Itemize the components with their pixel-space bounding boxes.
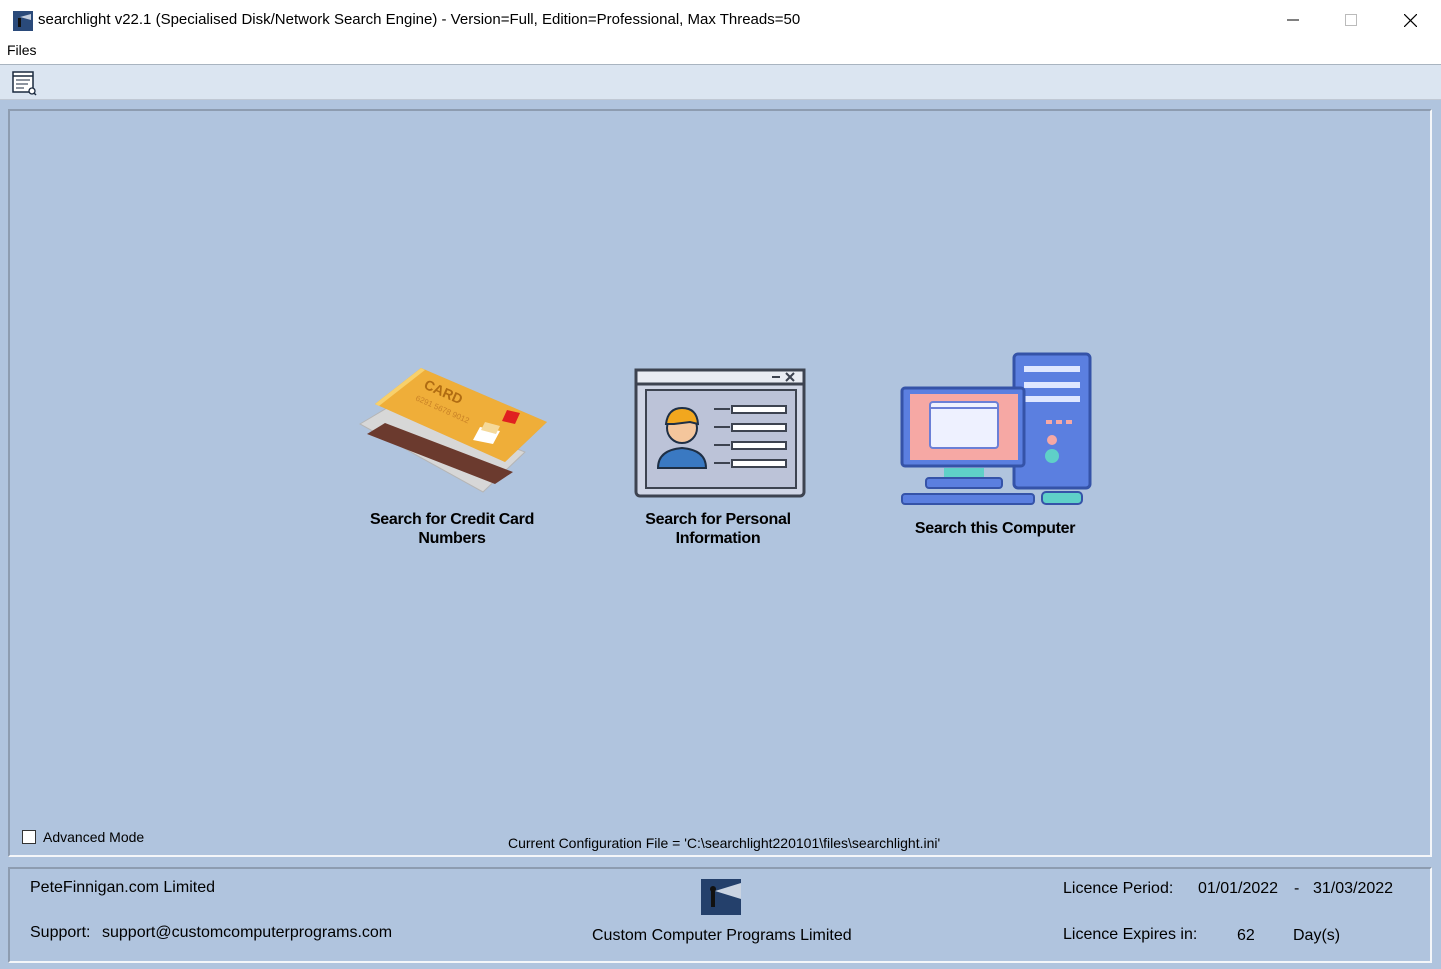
- close-icon: [1403, 13, 1417, 27]
- advanced-mode-checkbox[interactable]: [22, 830, 36, 844]
- computer-search-label: Search this Computer: [914, 520, 1076, 537]
- licence-end-date: 31/03/2022: [1313, 880, 1394, 897]
- menu-bar: Files: [0, 40, 1441, 64]
- personal-id-icon: [634, 368, 806, 498]
- licence-period-label: Licence Period:: [1063, 880, 1174, 897]
- vendor-logo: [701, 879, 741, 915]
- title-bar: searchlight v22.1 (Specialised Disk/Netw…: [0, 0, 1441, 40]
- advanced-mode-label: Advanced Mode: [43, 829, 145, 845]
- company-name: PeteFinnigan.com Limited: [30, 879, 215, 896]
- window-title: searchlight v22.1 (Specialised Disk/Netw…: [38, 11, 801, 28]
- config-file-path: Current Configuration File = 'C:\searchl…: [508, 835, 941, 851]
- report-button[interactable]: [10, 69, 38, 97]
- vendor-name: Custom Computer Programs Limited: [592, 927, 852, 944]
- licence-start-date: 01/01/2022: [1198, 880, 1279, 897]
- app-icon: [13, 11, 33, 31]
- personal-info-search-tile[interactable]: Search for Personal Information: [630, 368, 810, 552]
- computer-search-tile[interactable]: Search this Computer: [895, 352, 1095, 542]
- credit-card-icon: CARD 6291 5678 9012: [358, 368, 547, 493]
- support-email[interactable]: support@customcomputerprograms.com: [102, 924, 392, 942]
- licence-expires-value: 62: [1237, 927, 1255, 944]
- advanced-mode-option[interactable]: Advanced Mode: [22, 829, 144, 845]
- maximize-icon: [1345, 14, 1357, 26]
- desktop-computer-icon: [900, 352, 1092, 505]
- maximize-button[interactable]: [1322, 0, 1380, 40]
- licence-separator: -: [1294, 880, 1300, 897]
- licence-expires-label: Licence Expires in:: [1063, 926, 1198, 943]
- credit-card-search-tile[interactable]: CARD 6291 5678 9012 Search for Credit Ca…: [355, 362, 555, 552]
- personal-info-search-label: Search for Personal Information: [645, 511, 791, 547]
- credit-card-search-label: Search for Credit Card Numbers: [369, 511, 535, 547]
- toolbar: [0, 64, 1441, 100]
- searchlight-logo-icon: [701, 879, 741, 915]
- report-icon: [12, 71, 37, 96]
- close-button[interactable]: [1381, 0, 1439, 40]
- minimize-button[interactable]: [1264, 0, 1322, 40]
- licence-expires-unit: Day(s): [1293, 927, 1341, 944]
- main-area: CARD 6291 5678 9012 Search for Credit Ca…: [0, 100, 1441, 969]
- support-label: Support:: [30, 924, 91, 941]
- minimize-icon: [1287, 19, 1299, 21]
- menu-files[interactable]: Files: [7, 42, 37, 58]
